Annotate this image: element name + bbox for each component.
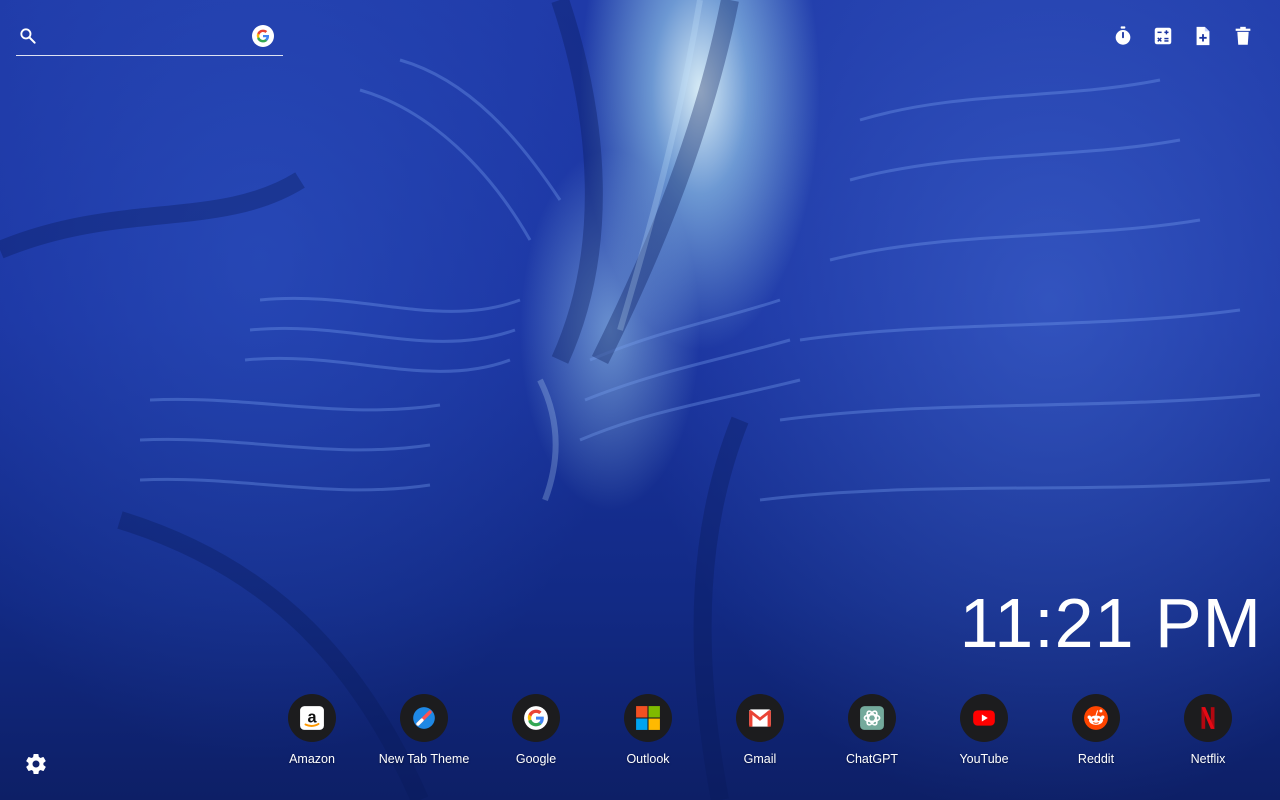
shortcut-netflix[interactable]: Netflix: [1152, 694, 1264, 767]
gmail-icon: [748, 709, 772, 727]
shortcut-label: YouTube: [959, 752, 1009, 766]
shortcut-outlook[interactable]: Outlook: [592, 694, 704, 767]
shortcut-amazon[interactable]: a Amazon: [256, 694, 368, 767]
shortcut-gmail-circle: [736, 694, 784, 742]
trash-icon[interactable]: [1232, 25, 1254, 47]
new-tab-theme-icon: [413, 707, 435, 729]
shortcut-label: Gmail: [743, 752, 777, 766]
shortcut-label: Reddit: [1077, 752, 1115, 766]
gear-icon[interactable]: [24, 752, 48, 776]
shortcut-new-tab-theme[interactable]: New Tab Theme: [368, 694, 480, 767]
shortcut-new-tab-theme-circle: [400, 694, 448, 742]
stopwatch-icon[interactable]: [1112, 25, 1134, 47]
shortcut-outlook-circle: [624, 694, 672, 742]
google-icon: [524, 706, 548, 730]
svg-text:a: a: [307, 708, 317, 726]
shortcut-label: New Tab Theme: [378, 752, 470, 766]
calculator-icon[interactable]: [1152, 25, 1174, 47]
shortcut-label: Google: [515, 752, 557, 766]
shortcut-reddit[interactable]: Reddit: [1040, 694, 1152, 767]
clock-time: 11:21 PM: [959, 584, 1262, 662]
search-icon[interactable]: [18, 26, 38, 46]
note-add-icon[interactable]: [1192, 25, 1214, 47]
shortcut-label: Outlook: [626, 752, 670, 766]
shortcut-bar: a Amazon New Tab Theme Google Outlook Gm…: [0, 694, 1280, 774]
shortcut-chatgpt-circle: [848, 694, 896, 742]
amazon-icon: a: [300, 706, 324, 730]
chatgpt-icon: [860, 706, 884, 730]
shortcut-netflix-circle: [1184, 694, 1232, 742]
shortcut-gmail[interactable]: Gmail: [704, 694, 816, 767]
microsoft-icon: [636, 706, 660, 730]
shortcut-youtube[interactable]: YouTube: [928, 694, 1040, 767]
new-tab-page: 11:21 PM a Amazon New Tab Theme Google O…: [0, 0, 1280, 800]
wallpaper-ice-cave: [0, 0, 1271, 800]
shortcut-youtube-circle: [960, 694, 1008, 742]
shortcut-amazon-circle: a: [288, 694, 336, 742]
google-g-icon[interactable]: [252, 25, 274, 47]
reddit-icon: [1084, 706, 1108, 730]
shortcut-chatgpt[interactable]: ChatGPT: [816, 694, 928, 767]
shortcut-label: Amazon: [289, 752, 335, 766]
youtube-icon: [973, 710, 995, 726]
search-input[interactable]: [48, 24, 252, 50]
shortcut-label: ChatGPT: [845, 752, 899, 766]
shortcut-google-circle: [512, 694, 560, 742]
top-toolbar: [1112, 25, 1254, 47]
search-bar: [16, 18, 283, 56]
shortcut-label: Netflix: [1190, 752, 1226, 766]
shortcut-google[interactable]: Google: [480, 694, 592, 767]
netflix-icon: [1201, 707, 1215, 729]
shortcut-reddit-circle: [1072, 694, 1120, 742]
